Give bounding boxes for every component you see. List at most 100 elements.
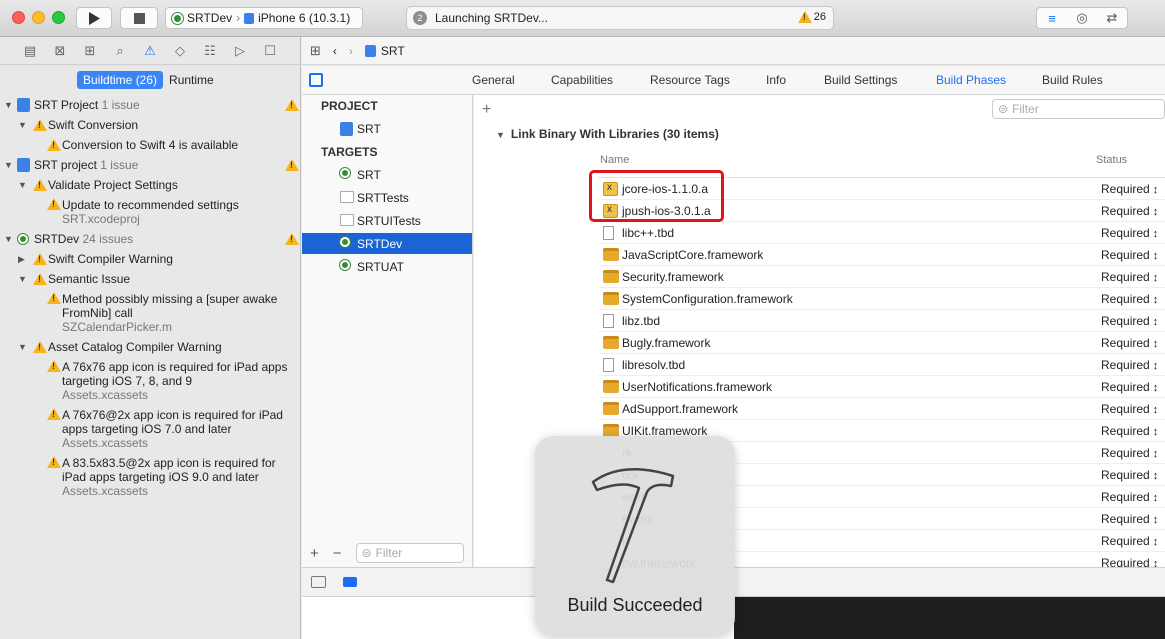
- target-item[interactable]: SRTUITests: [302, 210, 472, 231]
- issue-category-row[interactable]: ▼ Validate Project Settings: [0, 175, 300, 195]
- disclosure-open-icon[interactable]: ▼: [4, 160, 13, 170]
- tab-info[interactable]: Info: [766, 73, 786, 87]
- link-binary-section-header[interactable]: ▼ Link Binary With Libraries (30 items): [496, 127, 719, 141]
- close-window-button[interactable]: [12, 11, 25, 24]
- breadcrumb[interactable]: SRT: [364, 44, 405, 58]
- library-status-popup[interactable]: Required: [1101, 182, 1158, 196]
- library-row[interactable]: JavaScriptCore.framework Required: [598, 244, 1165, 266]
- library-status-popup[interactable]: Required: [1101, 336, 1158, 350]
- tab-build-phases[interactable]: Build Phases: [936, 73, 1006, 87]
- library-row[interactable]: libresolv.tbd Required: [598, 354, 1165, 376]
- disclosure-open-icon[interactable]: ▼: [18, 180, 27, 190]
- activity-viewer[interactable]: 2 Launching SRTDev... 26: [406, 6, 834, 30]
- library-status-popup[interactable]: Required: [1101, 490, 1158, 504]
- issue-category-row[interactable]: ▼ Semantic Issue: [0, 269, 300, 289]
- library-status-popup[interactable]: Required: [1101, 446, 1158, 460]
- disclosure-open-icon[interactable]: ▼: [18, 120, 27, 130]
- target-item[interactable]: SRTTests: [302, 187, 472, 208]
- disclosure-open-icon[interactable]: ▼: [18, 274, 27, 284]
- library-status-popup[interactable]: Required: [1101, 292, 1158, 306]
- target-item[interactable]: SRT: [302, 164, 472, 185]
- buildtime-tab[interactable]: Buildtime (26): [77, 71, 164, 89]
- library-status-popup[interactable]: Required: [1101, 270, 1158, 284]
- document-icon: [603, 358, 614, 372]
- search-icon[interactable]: ⌕: [110, 43, 130, 59]
- minimize-window-button[interactable]: [32, 11, 45, 24]
- issue-row[interactable]: Conversion to Swift 4 is available: [0, 135, 300, 155]
- run-button[interactable]: [76, 7, 112, 29]
- library-status-popup[interactable]: Required: [1101, 248, 1158, 262]
- project-item[interactable]: SRT: [302, 118, 472, 139]
- tab-build-rules[interactable]: Build Rules: [1042, 73, 1103, 87]
- issue-group-row[interactable]: ▼ SRT project 1 issue: [0, 155, 300, 175]
- warning-count[interactable]: 26: [797, 11, 826, 23]
- library-status-popup[interactable]: Required: [1101, 358, 1158, 372]
- runtime-tab[interactable]: Runtime: [163, 71, 220, 89]
- sidebar-toggle-icon[interactable]: [309, 73, 323, 87]
- tab-build-settings[interactable]: Build Settings: [824, 73, 897, 87]
- library-status-popup[interactable]: Required: [1101, 380, 1158, 394]
- library-status-popup[interactable]: Required: [1101, 424, 1158, 438]
- phases-filter-input[interactable]: ⊜ Filter: [992, 99, 1165, 119]
- remove-icon[interactable]: −: [333, 545, 342, 562]
- targets-filter-input[interactable]: ⊜ Filter: [355, 543, 464, 563]
- tab-resource-tags[interactable]: Resource Tags: [650, 73, 730, 87]
- folder-icon[interactable]: ▤: [20, 43, 40, 59]
- breakpoints-toggle-icon[interactable]: [343, 577, 357, 587]
- disclosure-closed-icon[interactable]: ▶: [18, 254, 25, 265]
- issue-category-row[interactable]: ▶ Swift Compiler Warning: [0, 249, 300, 269]
- test-icon[interactable]: ◇: [170, 43, 190, 59]
- library-row[interactable]: Security.framework Required: [598, 266, 1165, 288]
- disclosure-open-icon[interactable]: ▼: [4, 100, 13, 110]
- standard-editor-icon[interactable]: ≡: [1037, 8, 1067, 28]
- scheme-selector[interactable]: SRTDev › iPhone 6 (10.3.1): [165, 7, 363, 29]
- library-status-popup[interactable]: Required: [1101, 468, 1158, 482]
- forward-icon[interactable]: ›: [349, 44, 353, 58]
- add-icon[interactable]: +: [310, 545, 319, 562]
- report-icon[interactable]: ☐: [260, 43, 280, 59]
- tab-general[interactable]: General: [472, 73, 515, 87]
- breakpoint-icon[interactable]: ▷: [230, 43, 250, 59]
- hide-debug-area-icon[interactable]: [311, 576, 326, 588]
- disclosure-open-icon[interactable]: ▼: [4, 234, 13, 244]
- disclosure-open-icon[interactable]: ▼: [18, 342, 27, 352]
- related-items-icon[interactable]: ⊞: [310, 43, 321, 59]
- zoom-window-button[interactable]: [52, 11, 65, 24]
- back-icon[interactable]: ‹: [333, 44, 337, 58]
- column-header-name[interactable]: Name: [600, 154, 629, 166]
- issue-group-row[interactable]: ▼ SRT Project 1 issue: [0, 95, 300, 115]
- add-build-phase-icon[interactable]: +: [482, 101, 491, 119]
- library-status-popup[interactable]: Required: [1101, 314, 1158, 328]
- issue-row[interactable]: Update to recommended settingsSRT.xcodep…: [0, 195, 300, 229]
- library-status-popup[interactable]: Required: [1101, 402, 1158, 416]
- library-row[interactable]: AdSupport.framework Required: [598, 398, 1165, 420]
- source-control-icon[interactable]: ⊠: [50, 43, 70, 59]
- library-status-popup[interactable]: Required: [1101, 204, 1158, 218]
- target-item-selected[interactable]: SRTDev: [302, 233, 472, 254]
- library-row[interactable]: Bugly.framework Required: [598, 332, 1165, 354]
- issue-row[interactable]: A 76x76@2x app icon is required for iPad…: [0, 405, 300, 453]
- library-row[interactable]: libz.tbd Required: [598, 310, 1165, 332]
- issue-row[interactable]: Method possibly missing a [super awake F…: [0, 289, 300, 337]
- library-status-popup[interactable]: Required: [1101, 226, 1158, 240]
- issue-category-row[interactable]: ▼ Swift Conversion: [0, 115, 300, 135]
- library-row[interactable]: libc++.tbd Required: [598, 222, 1165, 244]
- library-row[interactable]: SystemConfiguration.framework Required: [598, 288, 1165, 310]
- version-editor-icon[interactable]: ⇄: [1097, 8, 1127, 28]
- library-row[interactable]: UserNotifications.framework Required: [598, 376, 1165, 398]
- tab-capabilities[interactable]: Capabilities: [551, 73, 613, 87]
- column-header-status[interactable]: Status: [1096, 154, 1127, 166]
- issue-warning-icon[interactable]: ⚠: [140, 43, 160, 59]
- issue-group-row[interactable]: ▼ SRTDev 24 issues: [0, 229, 300, 249]
- stop-button[interactable]: [120, 7, 158, 29]
- library-status-popup[interactable]: Required: [1101, 512, 1158, 526]
- issue-row[interactable]: A 76x76 app icon is required for iPad ap…: [0, 357, 300, 405]
- assistant-editor-icon[interactable]: ◎: [1067, 8, 1097, 28]
- library-status-popup[interactable]: Required: [1101, 534, 1158, 548]
- issue-row[interactable]: A 83.5x83.5@2x app icon is required for …: [0, 453, 300, 501]
- disclosure-open-icon[interactable]: ▼: [496, 130, 505, 140]
- symbol-icon[interactable]: ⊞: [80, 43, 100, 59]
- debug-icon[interactable]: ☷: [200, 43, 220, 59]
- target-item[interactable]: SRTUAT: [302, 256, 472, 277]
- issue-category-row[interactable]: ▼ Asset Catalog Compiler Warning: [0, 337, 300, 357]
